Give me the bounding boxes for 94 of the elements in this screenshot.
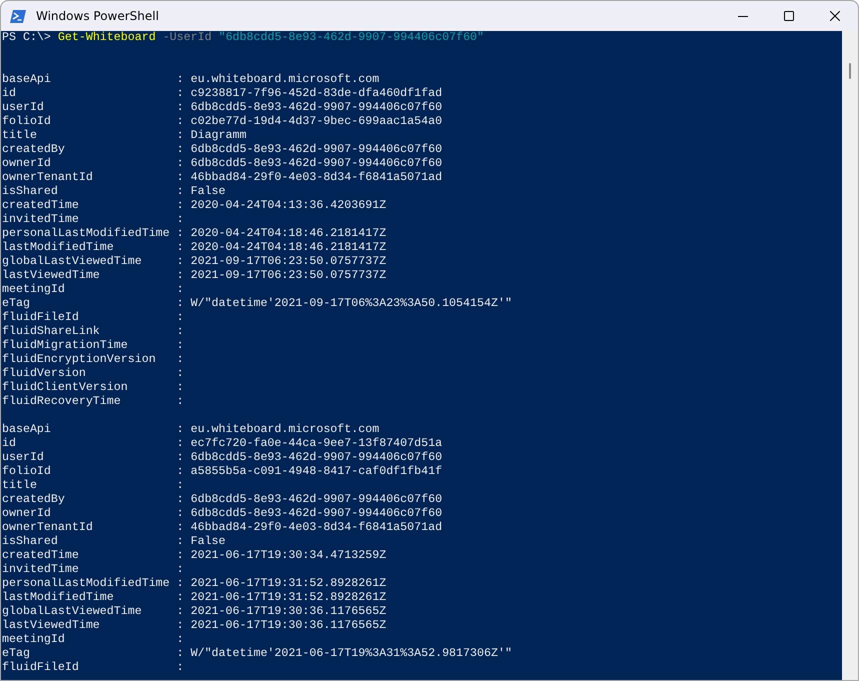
property-value: :: [176, 381, 184, 395]
property-name: fluidVersion: [2, 367, 87, 381]
property-name: fluidShareLink: [2, 325, 101, 339]
property-value: :: [176, 311, 184, 325]
property-value: : 2021-06-17T19:30:36.1176565Z: [176, 605, 386, 619]
property-name: baseApi: [2, 73, 52, 87]
property-name: isShared: [2, 185, 59, 199]
property-name: createdTime: [2, 199, 80, 213]
property-value: : 2021-09-17T06:23:50.0757737Z: [176, 269, 386, 283]
property-name: id: [2, 87, 17, 101]
property-value: :: [176, 213, 184, 227]
property-value: : Diagramm: [176, 129, 246, 143]
property-value: :: [176, 479, 184, 493]
property-value: :: [176, 339, 184, 353]
property-value: : 2020-04-24T04:13:36.4203691Z: [176, 199, 386, 213]
property-name: ownerId: [2, 507, 52, 521]
property-value: : 6db8cdd5-8e93-462d-9907-994406c07f60: [176, 451, 442, 465]
property-name: meetingId: [2, 633, 66, 647]
property-value: : W/"datetime'2021-09-17T06%3A23%3A50.1054154Z'": [176, 297, 512, 311]
property-name: createdBy: [2, 493, 66, 507]
property-name: invitedTime: [2, 213, 80, 227]
property-value: : W/"datetime'2021-06-17T19%3A31%3A52.9817306Z'": [176, 647, 512, 661]
property-name: title: [2, 479, 38, 493]
property-name: invitedTime: [2, 563, 80, 577]
scrollbar-thumb[interactable]: [849, 63, 851, 79]
property-value: : eu.whiteboard.microsoft.com: [176, 73, 380, 87]
property-name: title: [2, 129, 38, 143]
property-name: fluidRecoveryTime: [2, 395, 122, 409]
property-name: folioId: [2, 465, 52, 479]
property-value: : 2020-04-24T04:18:46.2181417Z: [176, 241, 386, 255]
property-name: isShared: [2, 535, 59, 549]
property-value: :: [176, 353, 184, 367]
command-name: Get-Whiteboard: [58, 31, 156, 45]
property-value: : 2021-09-17T06:23:50.0757737Z: [176, 255, 386, 269]
property-value: :: [176, 283, 184, 297]
property-name: eTag: [2, 297, 31, 311]
powershell-icon: [10, 10, 26, 22]
property-name: personalLastModifiedTime: [2, 227, 171, 241]
property-name: globalLastViewedTime: [2, 605, 143, 619]
property-value: : 46bbad84-29f0-4e03-8d34-f6841a5071ad: [176, 171, 442, 185]
property-name: lastModifiedTime: [2, 241, 115, 255]
property-value: : 46bbad84-29f0-4e03-8d34-f6841a5071ad: [176, 521, 442, 535]
property-name: folioId: [2, 115, 52, 129]
property-value: : 6db8cdd5-8e93-462d-9907-994406c07f60: [176, 157, 442, 171]
close-icon: [830, 11, 840, 21]
property-name: ownerId: [2, 157, 52, 171]
property-name: userId: [2, 451, 45, 465]
property-value: : c02be77d-19d4-4d37-9bec-699aac1a54a0: [176, 115, 442, 129]
scrollbar[interactable]: [842, 31, 858, 680]
property-name: fluidClientVersion: [2, 381, 129, 395]
property-value: : a5855b5a-c091-4948-8417-caf0df1fb41f: [176, 465, 442, 479]
property-value: : False: [176, 535, 226, 549]
property-name: ownerTenantId: [2, 521, 94, 535]
property-name: fluidFileId: [2, 311, 80, 325]
property-name: lastViewedTime: [2, 619, 101, 633]
property-value: : 6db8cdd5-8e93-462d-9907-994406c07f60: [176, 143, 442, 157]
property-value: :: [176, 325, 184, 339]
property-value: : 2021-06-17T19:30:36.1176565Z: [176, 619, 386, 633]
property-value: : 2021-06-17T19:30:34.4713259Z: [176, 549, 386, 563]
property-value: : 6db8cdd5-8e93-462d-9907-994406c07f60: [176, 493, 442, 507]
property-name: createdTime: [2, 549, 80, 563]
window-title: Windows PowerShell: [36, 9, 159, 23]
property-value: : eu.whiteboard.microsoft.com: [176, 423, 380, 437]
prompt-text: PS C:\>: [2, 31, 52, 45]
property-value: : 6db8cdd5-8e93-462d-9907-994406c07f60: [176, 507, 442, 521]
property-value: : 2021-06-17T19:31:52.8928261Z: [176, 591, 386, 605]
property-name: eTag: [2, 647, 31, 661]
property-name: lastViewedTime: [2, 269, 101, 283]
property-name: fluidEncryptionVersion: [2, 353, 157, 367]
property-value: :: [176, 633, 184, 647]
property-name: fluidMigrationTime: [2, 339, 129, 353]
property-name: globalLastViewedTime: [2, 255, 143, 269]
property-name: userId: [2, 101, 45, 115]
property-name: meetingId: [2, 283, 66, 297]
property-name: id: [2, 437, 17, 451]
property-value: : ec7fc720-fa0e-44ca-9ee7-13f87407d51a: [176, 437, 442, 451]
property-name: fluidFileId: [2, 661, 80, 675]
property-value: : 2021-06-17T19:31:52.8928261Z: [176, 577, 386, 591]
property-value: : 2020-04-24T04:18:46.2181417Z: [176, 227, 386, 241]
property-name: ownerTenantId: [2, 171, 94, 185]
property-name: personalLastModifiedTime: [2, 577, 171, 591]
property-name: baseApi: [2, 423, 52, 437]
maximize-icon: [784, 11, 794, 21]
property-name: createdBy: [2, 143, 66, 157]
property-value: :: [176, 367, 184, 381]
property-name: lastModifiedTime: [2, 591, 115, 605]
command-parameter: -UserId: [162, 31, 213, 45]
property-value: : False: [176, 185, 226, 199]
property-value: : 6db8cdd5-8e93-462d-9907-994406c07f60: [176, 101, 442, 115]
property-value: :: [176, 563, 184, 577]
property-value: : c9238817-7f96-452d-83de-dfa460df1fad: [176, 87, 442, 101]
property-value: :: [176, 661, 184, 675]
parameter-value: "6db8cdd5-8e93-462d-9907-994406c07f60": [218, 31, 484, 45]
property-value: :: [176, 395, 184, 409]
